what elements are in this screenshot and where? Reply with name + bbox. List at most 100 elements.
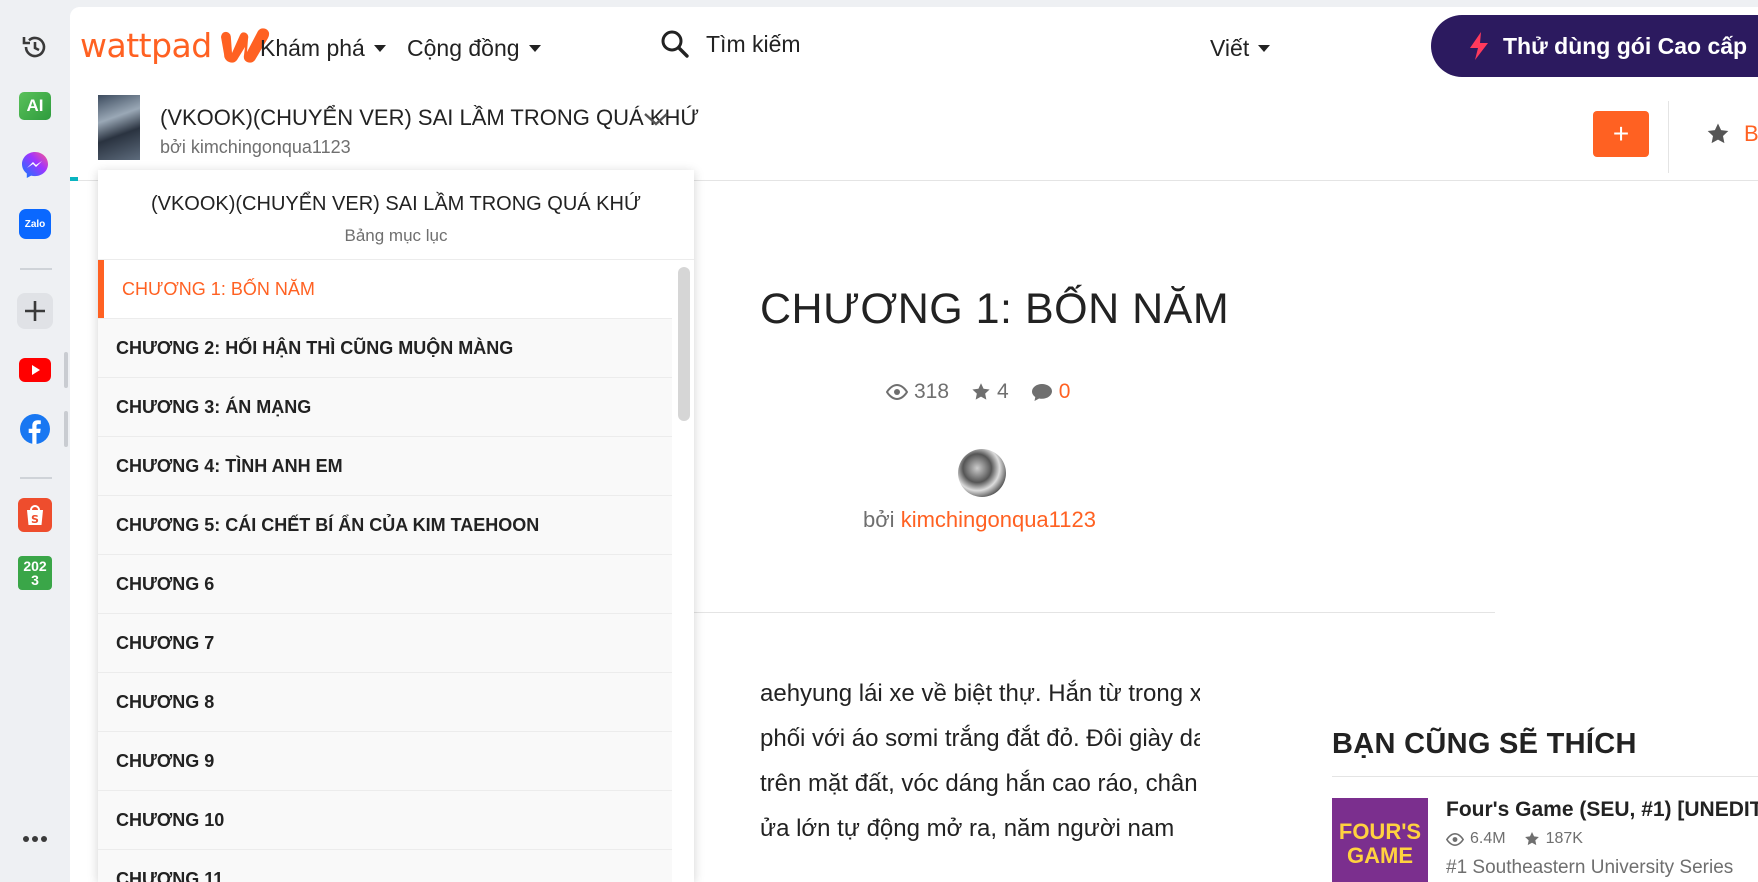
toc-chapter-item[interactable]: CHƯƠNG 3: ÁN MẠNG [98, 378, 672, 437]
premium-button[interactable]: Thử dùng gói Cao cấp [1431, 15, 1758, 77]
toc-chapter-item[interactable]: CHƯƠNG 2: HỐI HẬN THÌ CŨNG MUỘN MÀNG [98, 319, 672, 378]
story-cover-thumbnail[interactable] [98, 95, 140, 160]
chevron-down-icon[interactable] [642, 111, 670, 127]
comment-icon [1031, 384, 1052, 401]
caret-down-icon [528, 45, 541, 52]
top-nav: wattpad Khám phá Cộng đồng Tìm kiếm Viết [70, 7, 1758, 91]
recommendation-stats: 6.4M 187K [1446, 830, 1583, 848]
story-title[interactable]: (VKOOK)(CHUYỂN VER) SAI LẦM TRONG QUÁ KH… [160, 105, 699, 131]
reading-progress-bar [70, 177, 78, 181]
ai-icon[interactable]: AI [17, 88, 53, 124]
search-icon [661, 30, 689, 58]
ai-icon-label: AI [19, 92, 51, 120]
toc-chapter-item[interactable]: CHƯƠNG 5: CÁI CHẾT BÍ ẨN CỦA KIM TAEHOON [98, 496, 672, 555]
messenger-icon[interactable] [17, 147, 53, 183]
zalo-icon[interactable]: Zalo [17, 206, 53, 242]
add-to-list-button[interactable]: + [1593, 111, 1649, 157]
calendar-2023-label: 2023 [18, 556, 52, 590]
add-icon[interactable] [17, 293, 53, 329]
zalo-icon-label: Zalo [19, 209, 51, 239]
toc-header: (VKOOK)(CHUYỂN VER) SAI LẦM TRONG QUÁ KH… [98, 170, 694, 260]
table-of-contents-dropdown: (VKOOK)(CHUYỂN VER) SAI LẦM TRONG QUÁ KH… [98, 170, 694, 882]
toc-chapter-item[interactable]: CHƯƠNG 10 [98, 791, 672, 850]
comments-count: 0 [1058, 380, 1071, 403]
explore-menu[interactable]: Khám phá [260, 35, 386, 62]
toc-scrollbar[interactable] [678, 267, 690, 421]
recommendation-cover[interactable]: FOUR'S GAME [1332, 798, 1428, 882]
more-icon[interactable] [17, 821, 53, 857]
toc-chapter-item[interactable]: CHƯƠNG 4: TÌNH ANH EM [98, 437, 672, 496]
vote-label: B [1744, 121, 1758, 146]
author-link[interactable]: kimchingonqua1123 [901, 507, 1096, 532]
reads-stat: 318 [886, 380, 949, 404]
star-icon [1524, 832, 1539, 846]
header-divider [1668, 101, 1669, 173]
explore-label: Khám phá [260, 35, 365, 61]
recommendation-series: #1 Southeastern University Series [1446, 857, 1734, 878]
write-menu[interactable]: Viết [1210, 35, 1271, 62]
premium-label: Thử dùng gói Cao cấp [1503, 32, 1748, 59]
chapter-paragraph: aehyung lái xe về biệt thự. Hắn từ trong… [760, 671, 1200, 851]
write-label: Viết [1210, 35, 1250, 61]
content-divider [690, 612, 1495, 613]
recommendation-title[interactable]: Four's Game (SEU, #1) [UNEDITED VERSION] [1446, 798, 1758, 822]
recommendation-votes: 187K [1524, 830, 1583, 848]
toc-chapter-item[interactable]: CHƯƠNG 7 [98, 614, 672, 673]
wattpad-page: wattpad Khám phá Cộng đồng Tìm kiếm Viết [70, 7, 1758, 882]
recommendation-reads: 6.4M [1446, 830, 1506, 848]
calendar-2023-icon[interactable]: 2023 [17, 555, 53, 591]
paragraph-line: aehyung lái xe về biệt thự. Hắn từ trong… [760, 680, 1200, 707]
sidebar-divider [20, 268, 52, 270]
toc-subtitle: Bảng mục lục [344, 226, 448, 245]
chapter-stats: 318 4 0 [886, 380, 1070, 404]
author-byline: bởi kimchingonqua1123 [863, 507, 1096, 533]
toc-chapter-item[interactable]: CHƯƠNG 8 [98, 673, 672, 732]
history-icon[interactable] [17, 29, 53, 65]
toc-chapter-item[interactable]: CHƯƠNG 11 [98, 850, 672, 882]
lightning-icon [1470, 32, 1488, 60]
shopee-icon[interactable]: S [17, 497, 53, 533]
star-icon [972, 383, 990, 400]
community-menu[interactable]: Cộng đồng [407, 35, 541, 62]
chapter-title: CHƯƠNG 1: BỐN NĂM [760, 285, 1230, 333]
eye-icon [1446, 832, 1464, 846]
toc-chapter-item[interactable]: CHƯƠNG 1: BỐN NĂM [98, 260, 672, 319]
search-box[interactable]: Tìm kiếm [660, 29, 801, 59]
youtube-active-indicator [64, 352, 68, 388]
recommendation-cover-text: FOUR'S GAME [1338, 819, 1422, 868]
author-avatar[interactable] [958, 449, 1006, 497]
paragraph-line: phối với áo sơmi trắng đắt đỏ. Đôi giày … [760, 725, 1200, 752]
browser-sidebar: AI Zalo S 2023 [0, 0, 70, 882]
story-author: bởi kimchingonqua1123 [160, 137, 351, 157]
votes-count: 4 [997, 380, 1009, 403]
toc-chapter-item[interactable]: CHƯƠNG 9 [98, 732, 672, 791]
caret-down-icon [1258, 45, 1271, 52]
facebook-active-indicator [64, 411, 68, 447]
recommendation-votes-count: 187K [1545, 830, 1583, 847]
paragraph-line: trên mặt đất, vóc dáng hắn cao ráo, chân [760, 770, 1198, 797]
eye-icon [886, 384, 908, 400]
recommendation-reads-count: 6.4M [1470, 830, 1506, 847]
recommendations-heading: BẠN CŨNG SẼ THÍCH [1332, 728, 1637, 760]
toc-chapter-item[interactable]: CHƯƠNG 6 [98, 555, 672, 614]
reads-count: 318 [914, 380, 950, 403]
vote-button[interactable]: B [1706, 121, 1758, 147]
star-icon [1707, 123, 1729, 144]
logo-text: wattpad [80, 25, 212, 65]
by-prefix: bởi [863, 507, 895, 532]
search-placeholder: Tìm kiếm [706, 30, 801, 57]
comments-stat[interactable]: 0 [1031, 380, 1071, 404]
community-label: Cộng đồng [407, 35, 520, 61]
sidebar-divider-2 [20, 477, 52, 479]
paragraph-line: ửa lớn tự động mở ra, năm người nam [760, 815, 1175, 842]
toc-chapter-list: CHƯƠNG 1: BỐN NĂM CHƯƠNG 2: HỐI HẬN THÌ C… [98, 260, 672, 882]
facebook-icon[interactable] [17, 411, 53, 447]
browser-window: AI Zalo S 2023 wattpad Khám phá Cộng đồn… [0, 0, 1758, 882]
caret-down-icon [373, 45, 386, 52]
recommendations-divider [1332, 776, 1758, 777]
wattpad-logo[interactable]: wattpad [80, 25, 274, 65]
votes-stat: 4 [971, 380, 1009, 404]
toc-story-title: (VKOOK)(CHUYỂN VER) SAI LẦM TRONG QUÁ KH… [150, 193, 642, 215]
svg-text:S: S [31, 513, 39, 526]
youtube-icon[interactable] [17, 352, 53, 388]
